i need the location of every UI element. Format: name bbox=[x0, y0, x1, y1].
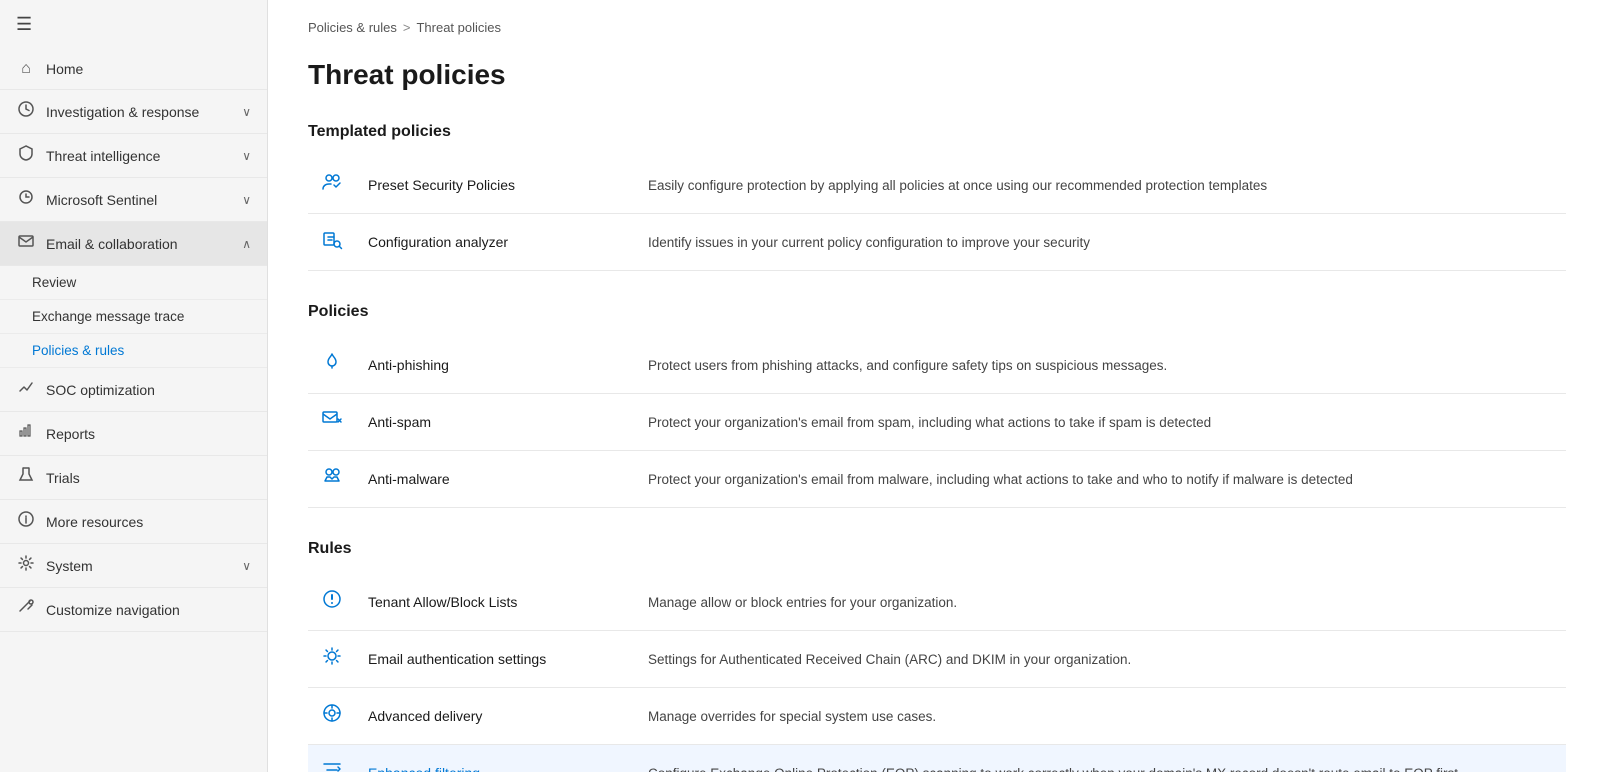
sidebar: ☰ ⌂ Home Investigation & response ∨ Thre… bbox=[0, 0, 268, 772]
email-auth-name[interactable]: Email authentication settings bbox=[356, 631, 636, 688]
sidebar-item-label: Microsoft Sentinel bbox=[46, 192, 157, 208]
breadcrumb: Policies & rules > Threat policies bbox=[308, 20, 1566, 35]
breadcrumb-parent[interactable]: Policies & rules bbox=[308, 20, 397, 35]
breadcrumb-separator: > bbox=[403, 20, 411, 35]
sidebar-item-trials[interactable]: Trials bbox=[0, 456, 267, 500]
sidebar-sub-item-policies-rules[interactable]: Policies & rules bbox=[0, 334, 267, 368]
sidebar-sub-item-exchange-message-trace[interactable]: Exchange message trace bbox=[0, 300, 267, 334]
home-icon: ⌂ bbox=[16, 60, 36, 78]
table-row[interactable]: Anti-malware Protect your organization's… bbox=[308, 451, 1566, 508]
config-analyzer-name[interactable]: Configuration analyzer bbox=[356, 214, 636, 271]
chevron-down-icon: ∨ bbox=[242, 149, 251, 163]
breadcrumb-current: Threat policies bbox=[416, 20, 501, 35]
advanced-delivery-icon bbox=[308, 688, 356, 745]
preset-security-desc: Easily configure protection by applying … bbox=[636, 157, 1566, 214]
config-analyzer-desc: Identify issues in your current policy c… bbox=[636, 214, 1566, 271]
policies-title: Policies bbox=[308, 303, 1566, 321]
sidebar-sub-item-label: Review bbox=[32, 275, 76, 290]
policies-section: Policies Anti-phishing Protect users fro… bbox=[308, 303, 1566, 508]
page-title: Threat policies bbox=[308, 59, 1566, 91]
anti-malware-desc: Protect your organization's email from m… bbox=[636, 451, 1566, 508]
enhanced-filtering-name[interactable]: Enhanced filtering bbox=[356, 745, 636, 772]
chevron-down-icon: ∨ bbox=[242, 193, 251, 207]
sidebar-item-email-collaboration[interactable]: Email & collaboration ∧ bbox=[0, 222, 267, 266]
sidebar-item-label: Email & collaboration bbox=[46, 236, 178, 252]
rules-title: Rules bbox=[308, 540, 1566, 558]
config-analyzer-icon bbox=[308, 214, 356, 271]
anti-malware-icon bbox=[308, 451, 356, 508]
sidebar-item-more-resources[interactable]: More resources bbox=[0, 500, 267, 544]
templated-policies-title: Templated policies bbox=[308, 123, 1566, 141]
email-icon bbox=[16, 233, 36, 254]
tenant-allow-block-icon bbox=[308, 574, 356, 631]
sidebar-item-label: Home bbox=[46, 61, 83, 77]
table-row[interactable]: Preset Security Policies Easily configur… bbox=[308, 157, 1566, 214]
sidebar-item-threat-intelligence[interactable]: Threat intelligence ∨ bbox=[0, 134, 267, 178]
tenant-allow-block-desc: Manage allow or block entries for your o… bbox=[636, 574, 1566, 631]
sidebar-item-reports[interactable]: Reports bbox=[0, 412, 267, 456]
anti-phishing-icon bbox=[308, 337, 356, 394]
email-auth-icon bbox=[308, 631, 356, 688]
main-content: Policies & rules > Threat policies Threa… bbox=[268, 0, 1606, 772]
sidebar-item-investigation[interactable]: Investigation & response ∨ bbox=[0, 90, 267, 134]
chevron-up-icon: ∧ bbox=[242, 237, 251, 251]
sidebar-item-system[interactable]: System ∨ bbox=[0, 544, 267, 588]
sidebar-sub-item-label: Exchange message trace bbox=[32, 309, 184, 324]
table-row[interactable]: Configuration analyzer Identify issues i… bbox=[308, 214, 1566, 271]
sentinel-icon bbox=[16, 189, 36, 210]
enhanced-filtering-desc: Configure Exchange Online Protection (EO… bbox=[636, 745, 1566, 772]
table-row[interactable]: Email authentication settings Settings f… bbox=[308, 631, 1566, 688]
rules-table: Tenant Allow/Block Lists Manage allow or… bbox=[308, 574, 1566, 772]
email-auth-desc: Settings for Authenticated Received Chai… bbox=[636, 631, 1566, 688]
table-row[interactable]: Advanced delivery Manage overrides for s… bbox=[308, 688, 1566, 745]
anti-spam-name[interactable]: Anti-spam bbox=[356, 394, 636, 451]
templated-policies-table: Preset Security Policies Easily configur… bbox=[308, 157, 1566, 271]
sidebar-item-microsoft-sentinel[interactable]: Microsoft Sentinel ∨ bbox=[0, 178, 267, 222]
policies-table: Anti-phishing Protect users from phishin… bbox=[308, 337, 1566, 508]
preset-security-icon bbox=[308, 157, 356, 214]
enhanced-filtering-icon bbox=[308, 745, 356, 772]
anti-spam-icon bbox=[308, 394, 356, 451]
info-icon bbox=[16, 511, 36, 532]
sidebar-item-label: More resources bbox=[46, 514, 143, 530]
table-row[interactable]: Anti-phishing Protect users from phishin… bbox=[308, 337, 1566, 394]
preset-security-name[interactable]: Preset Security Policies bbox=[356, 157, 636, 214]
sidebar-item-label: System bbox=[46, 558, 93, 574]
sidebar-item-label: SOC optimization bbox=[46, 382, 155, 398]
table-row[interactable]: Anti-spam Protect your organization's em… bbox=[308, 394, 1566, 451]
sidebar-item-label: Trials bbox=[46, 470, 80, 486]
customize-icon bbox=[16, 599, 36, 620]
advanced-delivery-desc: Manage overrides for special system use … bbox=[636, 688, 1566, 745]
advanced-delivery-name[interactable]: Advanced delivery bbox=[356, 688, 636, 745]
sidebar-sub-item-review[interactable]: Review bbox=[0, 266, 267, 300]
trials-icon bbox=[16, 467, 36, 488]
sidebar-item-label: Customize navigation bbox=[46, 602, 180, 618]
sidebar-item-customize-navigation[interactable]: Customize navigation bbox=[0, 588, 267, 632]
table-row[interactable]: Tenant Allow/Block Lists Manage allow or… bbox=[308, 574, 1566, 631]
threat-intelligence-icon bbox=[16, 145, 36, 166]
anti-phishing-desc: Protect users from phishing attacks, and… bbox=[636, 337, 1566, 394]
sidebar-item-soc-optimization[interactable]: SOC optimization bbox=[0, 368, 267, 412]
enhanced-filtering-link[interactable]: Enhanced filtering bbox=[368, 765, 480, 772]
investigation-icon bbox=[16, 101, 36, 122]
anti-malware-name[interactable]: Anti-malware bbox=[356, 451, 636, 508]
sidebar-item-label: Investigation & response bbox=[46, 104, 199, 120]
soc-icon bbox=[16, 379, 36, 400]
rules-section: Rules Tenant Allow/Block Lists Manage al… bbox=[308, 540, 1566, 772]
sidebar-item-label: Reports bbox=[46, 426, 95, 442]
anti-spam-desc: Protect your organization's email from s… bbox=[636, 394, 1566, 451]
templated-policies-section: Templated policies Preset Security Polic… bbox=[308, 123, 1566, 271]
sidebar-item-home[interactable]: ⌂ Home bbox=[0, 49, 267, 90]
chevron-down-icon: ∨ bbox=[242, 559, 251, 573]
tenant-allow-block-name[interactable]: Tenant Allow/Block Lists bbox=[356, 574, 636, 631]
chevron-down-icon: ∨ bbox=[242, 105, 251, 119]
table-row-enhanced-filtering[interactable]: Enhanced filtering Configure Exchange On… bbox=[308, 745, 1566, 772]
sidebar-sub-item-label: Policies & rules bbox=[32, 343, 124, 358]
anti-phishing-name[interactable]: Anti-phishing bbox=[356, 337, 636, 394]
system-icon bbox=[16, 555, 36, 576]
reports-icon bbox=[16, 423, 36, 444]
sidebar-item-label: Threat intelligence bbox=[46, 148, 160, 164]
hamburger-button[interactable]: ☰ bbox=[0, 0, 267, 49]
